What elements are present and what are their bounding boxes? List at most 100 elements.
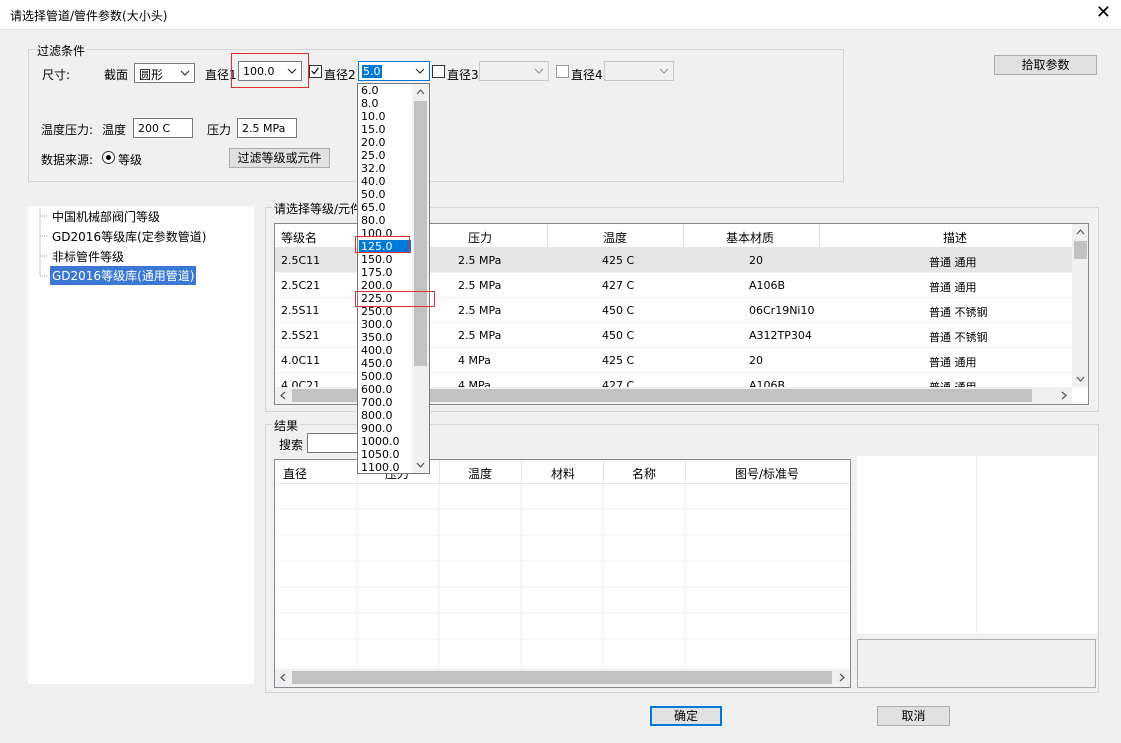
diameter3-checkbox[interactable] xyxy=(432,65,445,78)
dropdown-option[interactable]: 400.0 xyxy=(359,344,411,357)
table-cell: 普通 通用 xyxy=(929,256,977,269)
tree-panel: 中国机械部阀门等级 GD2016等级库(定参数管道) 非标管件等级 GD2016… xyxy=(28,206,254,684)
preview-panel xyxy=(857,456,1097,634)
diameter4-checkbox[interactable] xyxy=(556,65,569,78)
table-cell: 450 C xyxy=(602,304,635,317)
dropdown-option[interactable]: 350.0 xyxy=(359,331,411,344)
diameter2-value: 5.0 xyxy=(362,65,382,78)
table-cell: 2.5 MPa xyxy=(458,254,502,267)
column-header[interactable]: 名称 xyxy=(632,465,656,482)
tree-item[interactable]: 中国机械部阀门等级 xyxy=(52,208,160,225)
dropdown-option[interactable]: 25.0 xyxy=(359,149,411,162)
table-cell: 450 C xyxy=(602,329,635,342)
diameter4-combo[interactable] xyxy=(604,61,674,81)
dropdown-option[interactable]: 8.0 xyxy=(359,97,411,110)
tree-item[interactable]: GD2016等级库(定参数管道) xyxy=(52,228,206,245)
chevron-up-icon xyxy=(416,89,425,95)
diameter2-checkbox[interactable] xyxy=(309,65,322,78)
dropdown-option[interactable]: 600.0 xyxy=(359,383,411,396)
dropdown-option[interactable]: 6.0 xyxy=(359,84,411,97)
dropdown-option[interactable]: 1100.0 xyxy=(359,461,411,474)
table-cell: 普通 不锈钢 xyxy=(929,306,988,319)
scroll-thumb[interactable] xyxy=(292,671,832,684)
dropdown-option[interactable]: 900.0 xyxy=(359,422,411,435)
temp-label: 温度 xyxy=(102,123,127,137)
dropdown-option[interactable]: 150.0 xyxy=(359,253,411,266)
table-cell: A106B xyxy=(749,279,786,292)
diameter2-dropdown-list: 6.0 8.0 10.0 15.0 20.0 25.0 32.0 40.0 50.0 65.0 80… xyxy=(357,83,430,474)
section-value: 圆形 xyxy=(139,68,164,82)
source-radio[interactable] xyxy=(102,151,115,164)
chevron-down-icon xyxy=(659,68,669,74)
table-cell: 06Cr19Ni10 xyxy=(749,304,815,317)
source-option-label: 等级 xyxy=(118,153,143,167)
diameter3-combo[interactable] xyxy=(479,61,549,81)
diameter4-label: 直径4 xyxy=(571,68,603,82)
filter-grade-button[interactable]: 过滤等级或元件 xyxy=(229,148,330,168)
table-cell: 2.5C21 xyxy=(281,279,321,292)
result-hscroll[interactable] xyxy=(275,669,850,687)
dropdown-option[interactable]: 175.0 xyxy=(359,266,411,279)
diameter3-label: 直径3 xyxy=(447,68,479,82)
dropdown-option[interactable]: 300.0 xyxy=(359,318,411,331)
close-icon[interactable]: ✕ xyxy=(1096,4,1111,22)
dropdown-vscroll[interactable] xyxy=(412,84,429,473)
column-header[interactable]: 描述 xyxy=(943,229,967,246)
table-cell: 4 MPa xyxy=(458,354,491,367)
section-combo[interactable]: 圆形 xyxy=(134,63,195,83)
scroll-thumb[interactable] xyxy=(1074,241,1087,259)
grade-vscroll[interactable] xyxy=(1072,224,1088,387)
checkmark-icon xyxy=(311,67,319,75)
size-label: 尺寸: xyxy=(42,68,71,82)
chevron-up-icon xyxy=(1076,229,1085,235)
title-bar: 请选择管道/管件参数(大小头) ✕ xyxy=(0,0,1121,30)
dropdown-option[interactable]: 500.0 xyxy=(359,370,411,383)
table-cell: A312TP304 xyxy=(749,329,812,342)
column-header[interactable]: 等级名 xyxy=(281,229,317,246)
chevron-left-icon xyxy=(280,391,286,400)
temp-press-label: 温度压力: xyxy=(41,123,94,137)
ok-button[interactable]: 确定 xyxy=(650,706,722,726)
pick-params-button[interactable]: 拾取参数 xyxy=(994,55,1097,75)
dropdown-option[interactable]: 20.0 xyxy=(359,136,411,149)
search-label: 搜索 xyxy=(279,438,304,452)
dropdown-option[interactable]: 10.0 xyxy=(359,110,411,123)
dropdown-option[interactable]: 1000.0 xyxy=(359,435,411,448)
tree-item-selected[interactable]: GD2016等级库(通用管道) xyxy=(50,266,197,285)
result-legend: 结果 xyxy=(272,417,301,434)
column-header[interactable]: 基本材质 xyxy=(726,229,774,246)
dropdown-option[interactable]: 80.0 xyxy=(359,214,411,227)
highlight-option-125 xyxy=(355,236,410,253)
column-header[interactable]: 温度 xyxy=(468,465,492,482)
table-cell: 20 xyxy=(749,254,763,267)
cancel-button[interactable]: 取消 xyxy=(877,706,950,726)
column-header[interactable]: 图号/标准号 xyxy=(735,465,799,482)
filter-legend: 过滤条件 xyxy=(35,42,88,59)
column-header[interactable]: 压力 xyxy=(468,229,492,246)
chevron-left-icon xyxy=(280,673,286,682)
table-cell: 普通 通用 xyxy=(929,356,977,369)
chevron-down-icon xyxy=(416,462,425,468)
result-table: 直径 压力 温度 材料 名称 图号/标准号 xyxy=(274,459,851,688)
diameter2-combo[interactable]: 5.0 xyxy=(358,61,430,81)
chevron-right-icon xyxy=(839,673,845,682)
dropdown-option[interactable]: 450.0 xyxy=(359,357,411,370)
dropdown-option[interactable]: 700.0 xyxy=(359,396,411,409)
dropdown-option[interactable]: 65.0 xyxy=(359,201,411,214)
chevron-down-icon xyxy=(180,70,190,76)
column-header[interactable]: 温度 xyxy=(603,229,627,246)
press-input[interactable]: 2.5 MPa xyxy=(237,118,297,138)
dropdown-option[interactable]: 1050.0 xyxy=(359,448,411,461)
chevron-down-icon xyxy=(1076,376,1085,382)
dropdown-option[interactable]: 50.0 xyxy=(359,188,411,201)
tree-item[interactable]: 非标管件等级 xyxy=(52,248,124,265)
dropdown-option[interactable]: 40.0 xyxy=(359,175,411,188)
scroll-thumb[interactable] xyxy=(414,101,427,366)
table-cell: 普通 通用 xyxy=(929,281,977,294)
dropdown-option[interactable]: 15.0 xyxy=(359,123,411,136)
dropdown-option[interactable]: 32.0 xyxy=(359,162,411,175)
dropdown-option[interactable]: 800.0 xyxy=(359,409,411,422)
column-header[interactable]: 直径 xyxy=(283,465,307,482)
column-header[interactable]: 材料 xyxy=(551,465,575,482)
temp-input[interactable]: 200 C xyxy=(133,118,193,138)
